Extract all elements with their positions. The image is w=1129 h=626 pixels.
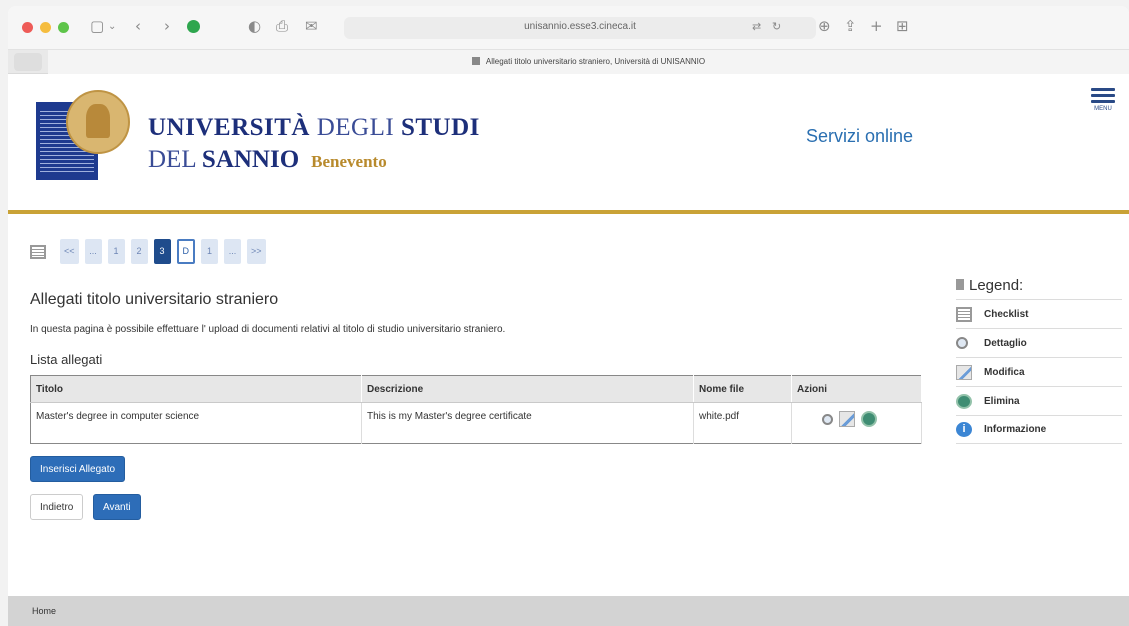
new-tab-icon[interactable]: + [870, 17, 883, 35]
share-icon[interactable]: ⇪ [844, 17, 857, 35]
site-header: UNIVERSITÀ DEGLI STUDI DEL SANNIO Beneven… [8, 74, 1129, 214]
edit-icon[interactable] [838, 411, 855, 427]
menu-label: MENU [1094, 106, 1112, 112]
intro-text: In questa pagina è possibile effettuare … [30, 324, 506, 335]
translate-icon[interactable]: ⇄ [752, 20, 761, 33]
col-nome-file: Nome file [693, 375, 792, 403]
back-icon[interactable]: ‹ [135, 17, 141, 35]
minimize-window-button[interactable] [40, 22, 51, 33]
page-1[interactable]: 1 [107, 239, 125, 264]
servizi-online-title: Servizi online [806, 126, 914, 146]
back-button[interactable]: Indietro [30, 494, 84, 520]
legend-item-modifica: Modifica [956, 357, 1122, 386]
table-row: Master's degree in computer science This… [30, 402, 922, 444]
page-ellipsis-2[interactable]: ... [224, 239, 242, 264]
hamburger-icon [1091, 88, 1115, 91]
logo-seal [66, 90, 130, 154]
url-text: unisannio.esse3.cineca.it [524, 21, 636, 32]
legend-item-elimina: Elimina [956, 386, 1122, 415]
next-button[interactable]: Avanti [93, 494, 141, 520]
browser-window: ▢ ⌄ ‹ › ◐ ⎙ ✉ unisannio.esse3.cineca.it … [8, 6, 1129, 626]
pinned-tab[interactable] [14, 53, 42, 71]
university-logo[interactable]: UNIVERSITÀ DEGLI STUDI DEL SANNIO Beneven… [36, 90, 479, 190]
legend-item-dettaglio: Dettaglio [956, 328, 1122, 357]
cell-azioni [791, 402, 922, 444]
delete-icon [956, 393, 972, 409]
active-tab[interactable]: Allegati titolo universitario straniero,… [48, 50, 1129, 74]
checklist-icon[interactable] [30, 244, 46, 259]
forward-icon[interactable]: › [164, 17, 170, 35]
legend-title: Legend: [956, 277, 1122, 294]
window-controls [22, 22, 69, 33]
print-icon[interactable]: ⎙ [276, 17, 288, 35]
col-azioni: Azioni [791, 375, 922, 403]
extension-icon[interactable] [187, 20, 200, 33]
legend-item-checklist: Checklist [956, 299, 1122, 328]
tab-title: Allegati titolo universitario straniero,… [485, 57, 706, 66]
cell-titolo: Master's degree in computer science [30, 402, 362, 444]
logo-line1: UNIVERSITÀ DEGLI STUDI [148, 114, 480, 141]
zoom-window-button[interactable] [58, 22, 69, 33]
list-title: Lista allegati [30, 352, 103, 367]
delete-icon[interactable] [860, 411, 877, 427]
page-3-current[interactable]: 3 [153, 239, 171, 264]
main-content: Allegati titolo universitario straniero … [30, 284, 930, 520]
search-icon [956, 337, 968, 349]
insert-attachment-button[interactable]: Inserisci Allegato [30, 456, 126, 482]
browser-toolbar: ▢ ⌄ ‹ › ◐ ⎙ ✉ unisannio.esse3.cineca.it … [8, 6, 1129, 50]
chevron-down-icon[interactable]: ⌄ [108, 21, 116, 32]
page-last[interactable]: >> [247, 239, 266, 264]
logo-city: Benevento [311, 152, 387, 171]
address-bar[interactable]: unisannio.esse3.cineca.it [344, 17, 816, 39]
attachments-table: Titolo Descrizione Nome file Azioni Mast… [30, 375, 922, 444]
info-icon: i [956, 422, 972, 437]
close-window-button[interactable] [22, 22, 33, 33]
sidebar-icon[interactable]: ▢ [90, 17, 104, 35]
footer-home-link[interactable]: Home [32, 606, 56, 616]
page-title: Allegati titolo universitario straniero [30, 291, 279, 308]
detail-search-icon[interactable] [822, 413, 833, 425]
step-pagination: << ... 1 2 3 D 1 ... >> [30, 239, 266, 264]
reload-icon[interactable]: ↻ [772, 20, 781, 33]
favicon-icon [471, 57, 480, 65]
page-1-next[interactable]: 1 [201, 239, 219, 264]
logo-line2: DEL SANNIO Benevento [148, 146, 387, 173]
page-ellipsis[interactable]: ... [84, 239, 102, 264]
legend-panel: Legend: Checklist Dettaglio Modifica Eli… [956, 277, 1122, 444]
page-footer: Home [8, 596, 1129, 626]
checklist-icon [956, 306, 972, 322]
cell-nome-file: white.pdf [693, 402, 792, 444]
col-descrizione: Descrizione [361, 375, 694, 403]
page-d[interactable]: D [176, 239, 196, 264]
col-titolo: Titolo [30, 375, 362, 403]
legend-item-informazione: i Informazione [956, 415, 1122, 444]
download-icon[interactable]: ⊕ [818, 17, 831, 35]
menu-button[interactable]: MENU [1091, 88, 1115, 112]
mail-icon[interactable]: ✉ [305, 17, 318, 35]
table-header-row: Titolo Descrizione Nome file Azioni [30, 375, 922, 403]
pin-icon [956, 279, 964, 290]
edit-icon [956, 364, 972, 380]
cell-descrizione: This is my Master's degree certificate [361, 402, 694, 444]
privacy-icon[interactable]: ◐ [248, 17, 261, 35]
tab-overview-icon[interactable]: ⊞ [896, 17, 909, 35]
page-first[interactable]: << [60, 239, 79, 264]
page-2[interactable]: 2 [130, 239, 148, 264]
tab-bar: Allegati titolo universitario straniero,… [8, 50, 1129, 74]
